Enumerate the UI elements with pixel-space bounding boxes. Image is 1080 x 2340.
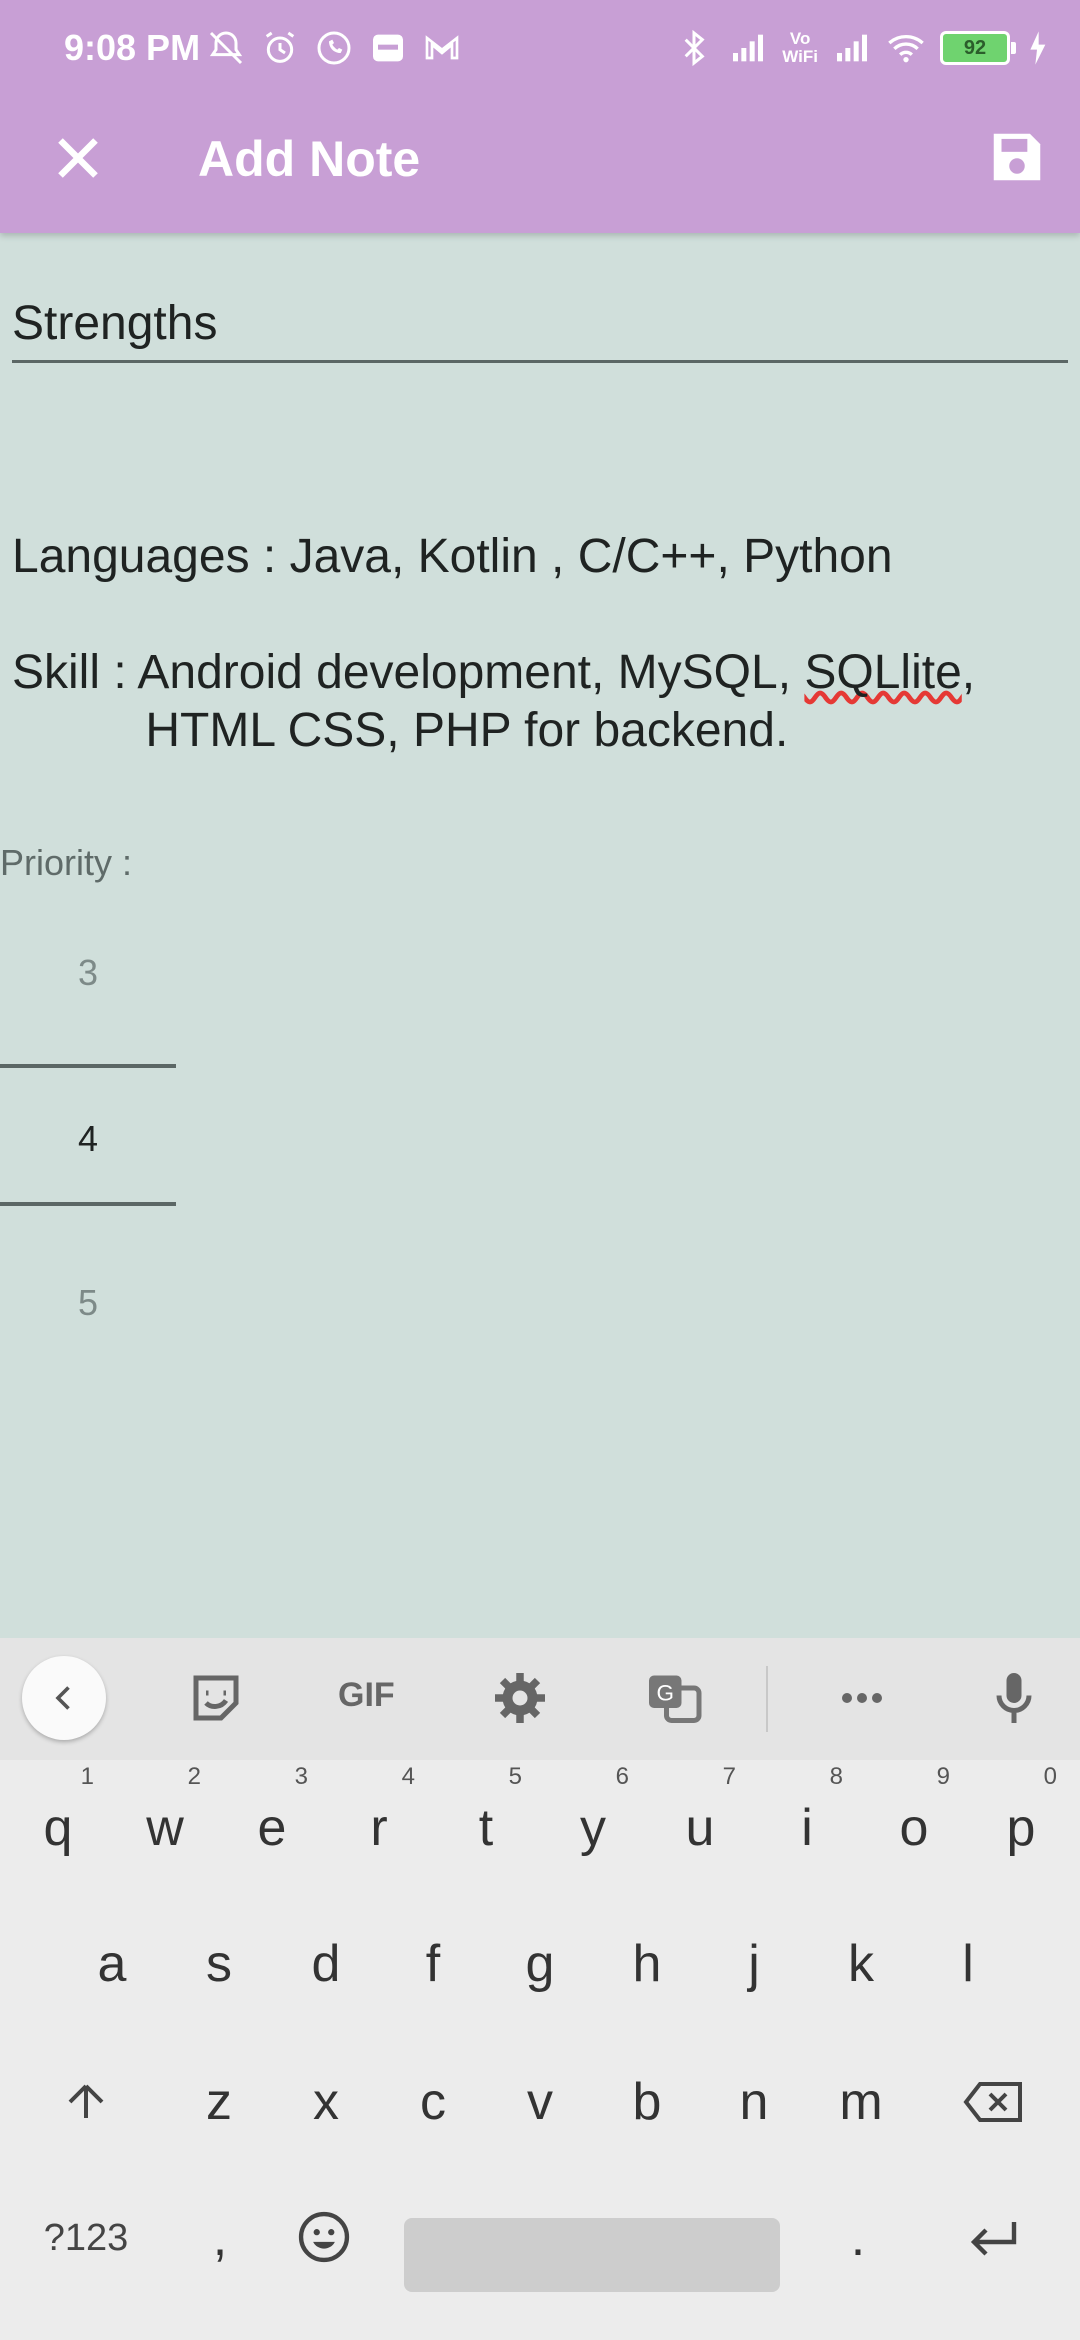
key-e[interactable]: e3: [222, 1763, 322, 1888]
key-g[interactable]: g: [490, 1904, 590, 2024]
emoji-key[interactable]: [274, 2178, 374, 2298]
key-w[interactable]: w2: [115, 1763, 215, 1888]
paytm-icon: [373, 34, 403, 62]
key-h[interactable]: h: [597, 1904, 697, 2024]
key-o[interactable]: o9: [864, 1763, 964, 1888]
gmail-icon: [425, 35, 459, 60]
priority-number-picker[interactable]: 3 4 5: [0, 920, 176, 1330]
emoji-icon: [298, 2211, 350, 2263]
shift-key[interactable]: [36, 2042, 136, 2162]
note-title-field[interactable]: Strengths: [12, 290, 1068, 363]
key-row-2: a s d f g h j k l: [0, 1904, 1080, 2040]
charging-icon: [1030, 31, 1046, 65]
app-bar: 9:08 PM Vo WiFi 92 Add Note: [0, 0, 1080, 233]
note-body-field[interactable]: Languages : Java, Kotlin , C/C++, Python…: [12, 528, 1062, 760]
toolbar: Add Note: [0, 100, 1080, 233]
note-body-line: Skill : Android development, MySQL, SQLl…: [12, 646, 976, 699]
key-l[interactable]: l: [918, 1904, 1018, 2024]
key-x[interactable]: x: [276, 2042, 376, 2162]
key-row-3: z x c v b n m: [0, 2042, 1080, 2178]
note-body-line: Languages : Java, Kotlin , C/C++, Python: [12, 530, 893, 583]
shift-icon: [68, 2084, 104, 2118]
comma-key[interactable]: ,: [170, 2178, 270, 2298]
alarm-icon: [265, 31, 295, 63]
period-key[interactable]: .: [808, 2178, 908, 2298]
key-y[interactable]: y6: [543, 1763, 643, 1888]
gear-icon[interactable]: [490, 1668, 550, 1728]
status-bar: 9:08 PM Vo WiFi 92: [0, 0, 1080, 100]
more-icon[interactable]: [832, 1668, 892, 1728]
note-body-line: HTML CSS, PHP for backend.: [12, 704, 789, 757]
key-u[interactable]: u7: [650, 1763, 750, 1888]
key-q[interactable]: q1: [8, 1763, 108, 1888]
gif-button[interactable]: GIF: [338, 1676, 395, 1715]
key-c[interactable]: c: [383, 2042, 483, 2162]
key-t[interactable]: t5: [436, 1763, 536, 1888]
keyboard-collapse-button[interactable]: [22, 1656, 106, 1740]
key-r[interactable]: r4: [329, 1763, 429, 1888]
close-icon[interactable]: [48, 128, 108, 188]
key-j[interactable]: j: [704, 1904, 804, 2024]
key-p[interactable]: p0: [971, 1763, 1071, 1888]
system-icons: Vo WiFi 92: [674, 28, 1050, 68]
save-icon[interactable]: [986, 126, 1048, 188]
key-row-1: q1 w2 e3 r4 t5 y6 u7 i8 o9 p0: [0, 1763, 1080, 1904]
muted-bell-icon: [209, 31, 243, 65]
page-title: Add Note: [198, 131, 421, 187]
toolbar-divider: [766, 1666, 768, 1732]
microphone-icon[interactable]: [984, 1668, 1044, 1728]
signal-icon: [733, 34, 764, 62]
misspelled-word[interactable]: SQLlite: [804, 646, 961, 699]
status-time: 9:08 PM: [64, 27, 201, 68]
key-b[interactable]: b: [597, 2042, 697, 2162]
key-d[interactable]: d: [276, 1904, 376, 2024]
whatsapp-icon: [317, 31, 351, 65]
space-bar[interactable]: [404, 2218, 780, 2292]
backspace-key[interactable]: [944, 2042, 1044, 2162]
key-n[interactable]: n: [704, 2042, 804, 2162]
key-k[interactable]: k: [811, 1904, 911, 2024]
bluetooth-icon: [684, 29, 705, 67]
key-m[interactable]: m: [811, 2042, 911, 2162]
battery-icon: 92: [940, 31, 1016, 65]
priority-label: Priority :: [0, 842, 133, 883]
chevron-left-icon: [55, 1686, 70, 1710]
translate-icon[interactable]: G: [644, 1668, 704, 1728]
picker-divider: [0, 1064, 176, 1068]
key-v[interactable]: v: [490, 2042, 590, 2162]
key-a[interactable]: a: [62, 1904, 162, 2024]
key-i[interactable]: i8: [757, 1763, 857, 1888]
enter-icon: [970, 2222, 1017, 2256]
picker-divider: [0, 1202, 176, 1206]
wifi-icon: [888, 35, 924, 63]
backspace-icon: [963, 2082, 1022, 2122]
picker-option[interactable]: 5: [0, 1282, 176, 1324]
sticker-icon[interactable]: [186, 1668, 246, 1728]
picker-selected-option[interactable]: 4: [0, 1118, 176, 1160]
symbols-key[interactable]: ?123: [36, 2178, 136, 2298]
key-f[interactable]: f: [383, 1904, 483, 2024]
key-z[interactable]: z: [169, 2042, 269, 2162]
signal-icon-2: [837, 34, 867, 62]
keyboard-toolbar: GIF G: [0, 1638, 1080, 1760]
notification-icons: [206, 28, 462, 68]
picker-option[interactable]: 3: [0, 952, 176, 994]
enter-key[interactable]: [944, 2178, 1044, 2298]
vowifi-icon: Vo WiFi: [782, 29, 818, 66]
svg-text:G: G: [657, 1681, 675, 1706]
key-s[interactable]: s: [169, 1904, 269, 2024]
